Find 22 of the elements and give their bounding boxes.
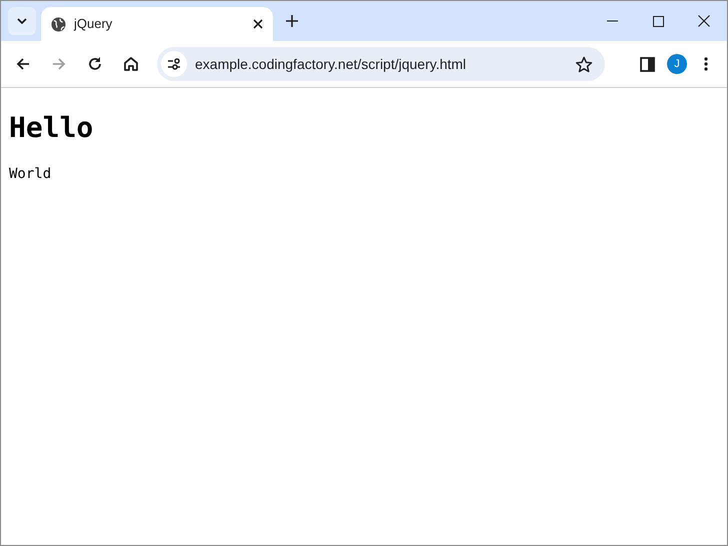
house-icon bbox=[122, 55, 140, 73]
plus-icon bbox=[286, 15, 298, 27]
address-bar[interactable]: example.codingfactory.net/script/jquery.html bbox=[157, 47, 605, 81]
profile-avatar[interactable]: J bbox=[667, 54, 687, 74]
close-icon bbox=[698, 15, 710, 27]
chevron-down-icon bbox=[17, 18, 27, 24]
globe-icon bbox=[51, 16, 66, 32]
close-tab-icon[interactable] bbox=[253, 19, 263, 29]
reload-icon bbox=[86, 55, 104, 73]
site-info-button[interactable] bbox=[161, 51, 187, 77]
side-panel-icon bbox=[640, 56, 654, 72]
maximize-icon bbox=[652, 16, 664, 26]
minimize-icon bbox=[606, 20, 618, 22]
star-icon[interactable] bbox=[575, 56, 593, 72]
browser-tab[interactable]: jQuery bbox=[41, 7, 273, 41]
more-icon bbox=[704, 57, 708, 71]
tune-icon bbox=[167, 58, 181, 70]
tab-search-button[interactable] bbox=[8, 7, 36, 35]
url-text: example.codingfactory.net/script/jquery.html bbox=[195, 54, 468, 74]
page-heading: Hello bbox=[9, 110, 94, 146]
page-paragraph: World bbox=[9, 165, 52, 184]
tab-title: jQuery bbox=[74, 15, 114, 34]
